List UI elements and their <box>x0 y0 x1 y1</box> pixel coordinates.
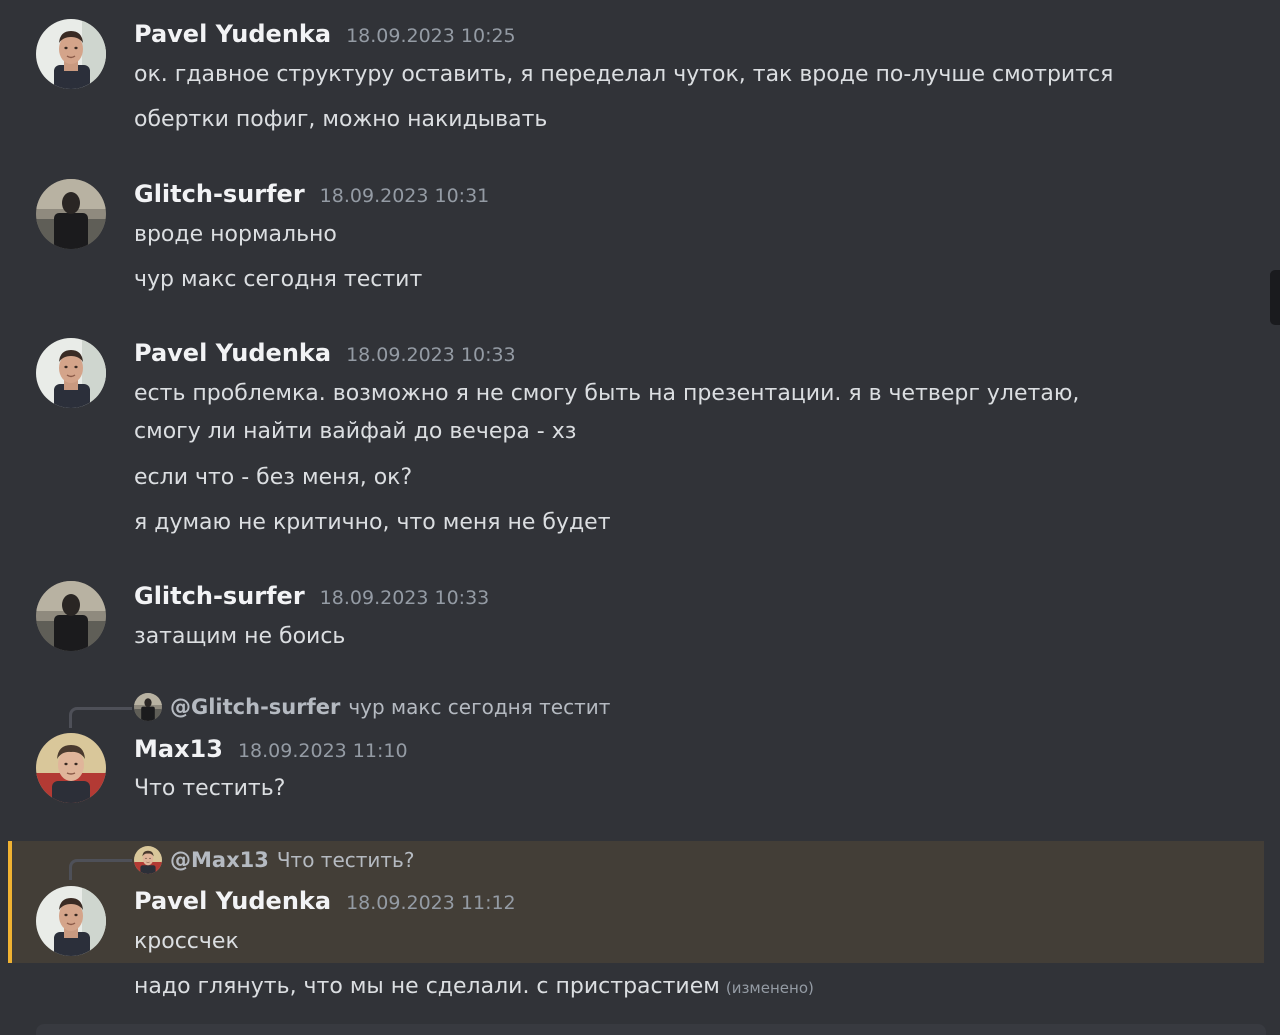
message-text: надо глянуть, что мы не сделали. с прист… <box>134 968 814 1007</box>
timestamp: 18.09.2023 10:33 <box>319 587 490 609</box>
message-text: кроссчек <box>134 929 239 954</box>
timestamp: 18.09.2023 11:10 <box>237 740 408 762</box>
avatar[interactable] <box>36 733 106 803</box>
reply-preview[interactable]: @Max13 Что тестить? <box>134 846 414 874</box>
scrollbar-thumb[interactable] <box>1270 270 1280 325</box>
username[interactable]: Max13 <box>134 735 223 763</box>
message-text: затащим не боись <box>134 624 346 649</box>
message-header: Glitch-surfer 18.09.2023 10:31 <box>134 180 489 208</box>
message-text: смогу ли найти вайфай до вечера - хз <box>134 419 577 444</box>
username[interactable]: Glitch-surfer <box>134 582 305 610</box>
message-text: обертки пофиг, можно накидывать <box>134 107 548 132</box>
message-text: есть проблемка. возможно я не смогу быть… <box>134 381 1080 406</box>
message-header: Glitch-surfer 18.09.2023 10:33 <box>134 582 489 610</box>
avatar[interactable] <box>36 338 106 408</box>
message-composer[interactable] <box>36 1024 1266 1035</box>
timestamp: 18.09.2023 10:33 <box>346 344 516 366</box>
timestamp: 18.09.2023 10:31 <box>319 185 490 207</box>
reply-spine <box>69 707 132 728</box>
timestamp: 18.09.2023 11:12 <box>346 892 516 914</box>
message-text: ок. гдавное структуру оставить, я переде… <box>134 62 1114 87</box>
edited-label: (изменено) <box>725 979 814 997</box>
message-text: Что тестить? <box>134 776 286 801</box>
message-header: Pavel Yudenka 18.09.2023 10:33 <box>134 339 516 367</box>
message-header: Max13 18.09.2023 11:10 <box>134 735 408 763</box>
chat-message-list: Pavel Yudenka 18.09.2023 10:25 ок. гдавн… <box>0 0 1280 1035</box>
message-text: чур макс сегодня тестит <box>134 267 423 292</box>
reply-avatar <box>134 846 162 874</box>
reply-avatar <box>134 693 162 721</box>
reply-excerpt[interactable]: чур макс сегодня тестит <box>348 695 610 719</box>
reply-mention[interactable]: @Max13 <box>170 848 269 872</box>
reply-mention[interactable]: @Glitch-surfer <box>170 695 340 719</box>
reply-excerpt[interactable]: Что тестить? <box>277 848 415 872</box>
message-text: если что - без меня, ок? <box>134 465 413 490</box>
username[interactable]: Glitch-surfer <box>134 180 305 208</box>
username[interactable]: Pavel Yudenka <box>134 339 331 367</box>
message-header: Pavel Yudenka 18.09.2023 11:12 <box>134 887 516 915</box>
timestamp: 18.09.2023 10:25 <box>346 25 516 47</box>
message-header: Pavel Yudenka 18.09.2023 10:25 <box>134 20 516 48</box>
avatar[interactable] <box>36 179 106 249</box>
avatar[interactable] <box>36 886 106 956</box>
avatar[interactable] <box>36 19 106 89</box>
reply-preview[interactable]: @Glitch-surfer чур макс сегодня тестит <box>134 693 610 721</box>
reply-spine <box>69 859 132 880</box>
username[interactable]: Pavel Yudenka <box>134 887 331 915</box>
message-text: я думаю не критично, что меня не будет <box>134 510 611 535</box>
username[interactable]: Pavel Yudenka <box>134 20 331 48</box>
message-text: вроде нормально <box>134 222 337 247</box>
message-text-content: надо глянуть, что мы не сделали. с прист… <box>134 974 720 999</box>
avatar[interactable] <box>36 581 106 651</box>
